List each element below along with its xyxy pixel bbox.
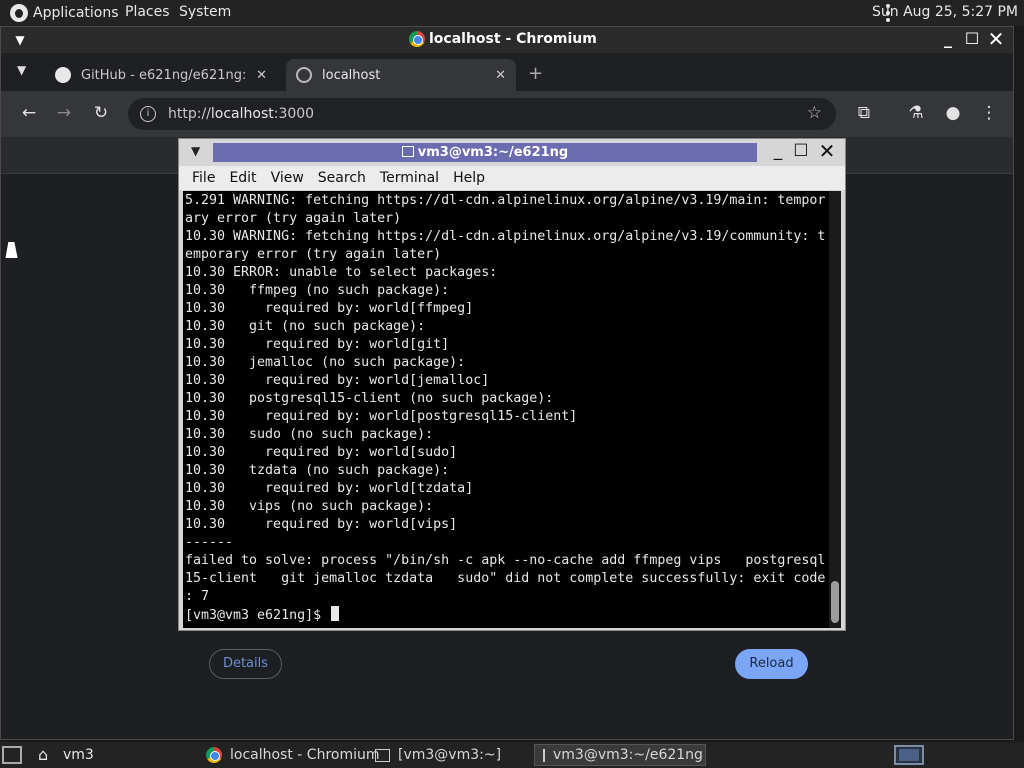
globe-favicon-icon bbox=[296, 67, 312, 83]
tab-label: GitHub - e621ng/e621ng: e6 bbox=[81, 67, 251, 83]
menu-file[interactable]: File bbox=[192, 170, 215, 186]
kebab-menu-icon[interactable]: ⋮ bbox=[978, 103, 1000, 123]
places-menu[interactable]: Places bbox=[125, 4, 170, 20]
terminal-line: 10.30 postgresql15-client (no such packa… bbox=[185, 391, 554, 406]
terminal-line: 10.30 required by: world[vips] bbox=[185, 517, 458, 532]
terminal-line: ary error (try again later) bbox=[185, 211, 402, 226]
terminal-line: 10.30 required by: world[postgresql15-cl… bbox=[185, 409, 578, 424]
forward-arrow-icon[interactable]: → bbox=[53, 103, 75, 123]
chromium-logo-icon bbox=[206, 747, 222, 763]
terminal-prompt-line[interactable]: [vm3@vm3 e621ng]$ bbox=[185, 606, 829, 624]
window-menu-icon[interactable]: ▼ bbox=[11, 31, 29, 49]
minimize-icon[interactable]: _ bbox=[939, 30, 957, 48]
url-text[interactable]: http://localhost:3000 bbox=[168, 106, 314, 122]
terminal-icon bbox=[543, 748, 545, 762]
tab-strip: ▼ GitHub - e621ng/e621ng: e6 ✕ localhost… bbox=[1, 53, 1013, 91]
top-panel: Applications Places System Sun Aug 25, 5… bbox=[0, 0, 1024, 26]
task-label: vm3@vm3:~/e621ng bbox=[553, 747, 703, 763]
new-tab-icon[interactable]: + bbox=[528, 63, 543, 84]
close-icon[interactable]: ✕ bbox=[987, 29, 1005, 49]
terminal-line: 10.30 git (no such package): bbox=[185, 319, 426, 334]
extensions-puzzle-icon[interactable]: ⧉ bbox=[853, 103, 875, 123]
tab-search-icon[interactable]: ▼ bbox=[17, 63, 26, 77]
task-label: [vm3@vm3:~] bbox=[398, 747, 502, 763]
shell-prompt: [vm3@vm3 e621ng]$ bbox=[185, 608, 330, 623]
close-tab-icon[interactable]: ✕ bbox=[495, 68, 506, 83]
terminal-titlebar[interactable]: ▼ vm3@vm3:~/e621ng _ ☐ ✕ bbox=[179, 139, 845, 165]
terminal-line: emporary error (try again later) bbox=[185, 247, 442, 262]
terminal-line: 10.30 jemalloc (no such package): bbox=[185, 355, 466, 370]
terminal-line: : 7 bbox=[185, 589, 210, 604]
terminal-line: 10.30 ERROR: unable to select packages: bbox=[185, 265, 498, 280]
github-favicon-icon bbox=[55, 67, 71, 83]
terminal-menubar: File Edit View Search Terminal Help bbox=[179, 166, 845, 190]
taskbar-item-chromium[interactable]: localhost - Chromium bbox=[198, 744, 388, 766]
maximize-icon[interactable]: ☐ bbox=[792, 141, 810, 161]
terminal-line: 10.30 WARNING: fetching https://dl-cdn.a… bbox=[185, 229, 826, 244]
terminal-line: 5.291 WARNING: fetching https://dl-cdn.a… bbox=[185, 193, 826, 208]
tab-github[interactable]: GitHub - e621ng/e621ng: e6 ✕ bbox=[45, 59, 277, 91]
chromium-logo-icon bbox=[409, 31, 425, 47]
close-icon[interactable]: ✕ bbox=[818, 139, 836, 163]
menu-edit[interactable]: Edit bbox=[229, 170, 256, 186]
tab-label: localhost bbox=[322, 67, 381, 83]
labs-flask-icon[interactable]: ⚗ bbox=[905, 103, 927, 123]
maximize-icon[interactable]: ☐ bbox=[963, 30, 981, 48]
reload-icon[interactable]: ↻ bbox=[90, 103, 112, 123]
tab-localhost[interactable]: localhost ✕ bbox=[286, 59, 516, 91]
details-button[interactable]: Details bbox=[209, 649, 282, 679]
terminal-line: 10.30 required by: world[tzdata] bbox=[185, 481, 474, 496]
terminal-title[interactable]: vm3@vm3:~/e621ng bbox=[213, 143, 757, 162]
terminal-title-text: vm3@vm3:~/e621ng bbox=[417, 145, 569, 160]
terminal-line: ------ bbox=[185, 535, 234, 550]
window-title-text: localhost - Chromium bbox=[429, 31, 597, 47]
home-icon[interactable]: ⌂ bbox=[38, 745, 48, 764]
address-bar[interactable]: i http://localhost:3000 ☆ bbox=[128, 98, 836, 130]
workspace-label[interactable]: vm3 bbox=[63, 747, 94, 763]
terminal-line: 10.30 sudo (no such package): bbox=[185, 427, 434, 442]
task-label: localhost - Chromium bbox=[230, 747, 380, 763]
taskbar-item-terminal[interactable]: [vm3@vm3:~] bbox=[367, 744, 509, 766]
terminal-line: 15-client git jemalloc tzdata sudo" did … bbox=[185, 571, 826, 586]
workspace-switcher[interactable] bbox=[894, 745, 924, 765]
terminal-line: 10.30 vips (no such package): bbox=[185, 499, 434, 514]
terminal-line: 10.30 required by: world[git] bbox=[185, 337, 450, 352]
gnome-foot-icon bbox=[10, 4, 28, 22]
bottom-panel: ⌂ vm3 localhost - Chromium [vm3@vm3:~] v… bbox=[0, 742, 1024, 768]
menu-help[interactable]: Help bbox=[453, 170, 485, 186]
reload-button[interactable]: Reload bbox=[735, 649, 808, 679]
system-menu[interactable]: System bbox=[179, 4, 231, 20]
close-tab-icon[interactable]: ✕ bbox=[256, 68, 267, 83]
terminal-scrollbar[interactable] bbox=[829, 191, 841, 628]
clock[interactable]: Sun Aug 25, 5:27 PM bbox=[872, 4, 1018, 20]
terminal-line: 10.30 tzdata (no such package): bbox=[185, 463, 450, 478]
menu-view[interactable]: View bbox=[271, 170, 304, 186]
minimize-icon[interactable]: _ bbox=[769, 141, 787, 161]
applications-menu[interactable]: Applications bbox=[10, 4, 119, 22]
applications-label: Applications bbox=[33, 5, 119, 21]
terminal-line: 10.30 ffmpeg (no such package): bbox=[185, 283, 450, 298]
terminal-line: failed to solve: process "/bin/sh -c apk… bbox=[185, 553, 826, 568]
terminal-output[interactable]: 5.291 WARNING: fetching https://dl-cdn.a… bbox=[183, 191, 829, 628]
back-arrow-icon[interactable]: ← bbox=[18, 103, 40, 123]
terminal-icon bbox=[401, 146, 414, 157]
terminal-window: ▼ vm3@vm3:~/e621ng _ ☐ ✕ File Edit View … bbox=[178, 138, 846, 631]
window-menu-icon[interactable]: ▼ bbox=[191, 144, 200, 158]
profile-avatar-icon[interactable]: ● bbox=[942, 103, 964, 123]
taskbar-item-terminal-active[interactable]: vm3@vm3:~/e621ng bbox=[534, 744, 706, 766]
terminal-icon bbox=[375, 748, 390, 762]
terminal-line: 10.30 required by: world[sudo] bbox=[185, 445, 458, 460]
scrollbar-thumb[interactable] bbox=[831, 581, 839, 623]
window-title: localhost - Chromium bbox=[409, 31, 597, 47]
show-desktop-icon[interactable] bbox=[2, 746, 22, 764]
menu-terminal[interactable]: Terminal bbox=[380, 170, 439, 186]
text-cursor bbox=[331, 606, 340, 621]
bookmark-star-icon[interactable]: ☆ bbox=[807, 103, 822, 123]
terminal-line: 10.30 required by: world[jemalloc] bbox=[185, 373, 490, 388]
browser-toolbar: ← → ↻ i http://localhost:3000 ☆ ⧉ ⚗ ● ⋮ bbox=[1, 91, 1013, 137]
terminal-line: 10.30 required by: world[ffmpeg] bbox=[185, 301, 474, 316]
chromium-titlebar[interactable]: ▼ localhost - Chromium _ ☐ ✕ bbox=[1, 27, 1013, 53]
site-info-icon[interactable]: i bbox=[140, 106, 156, 122]
menu-search[interactable]: Search bbox=[318, 170, 366, 186]
